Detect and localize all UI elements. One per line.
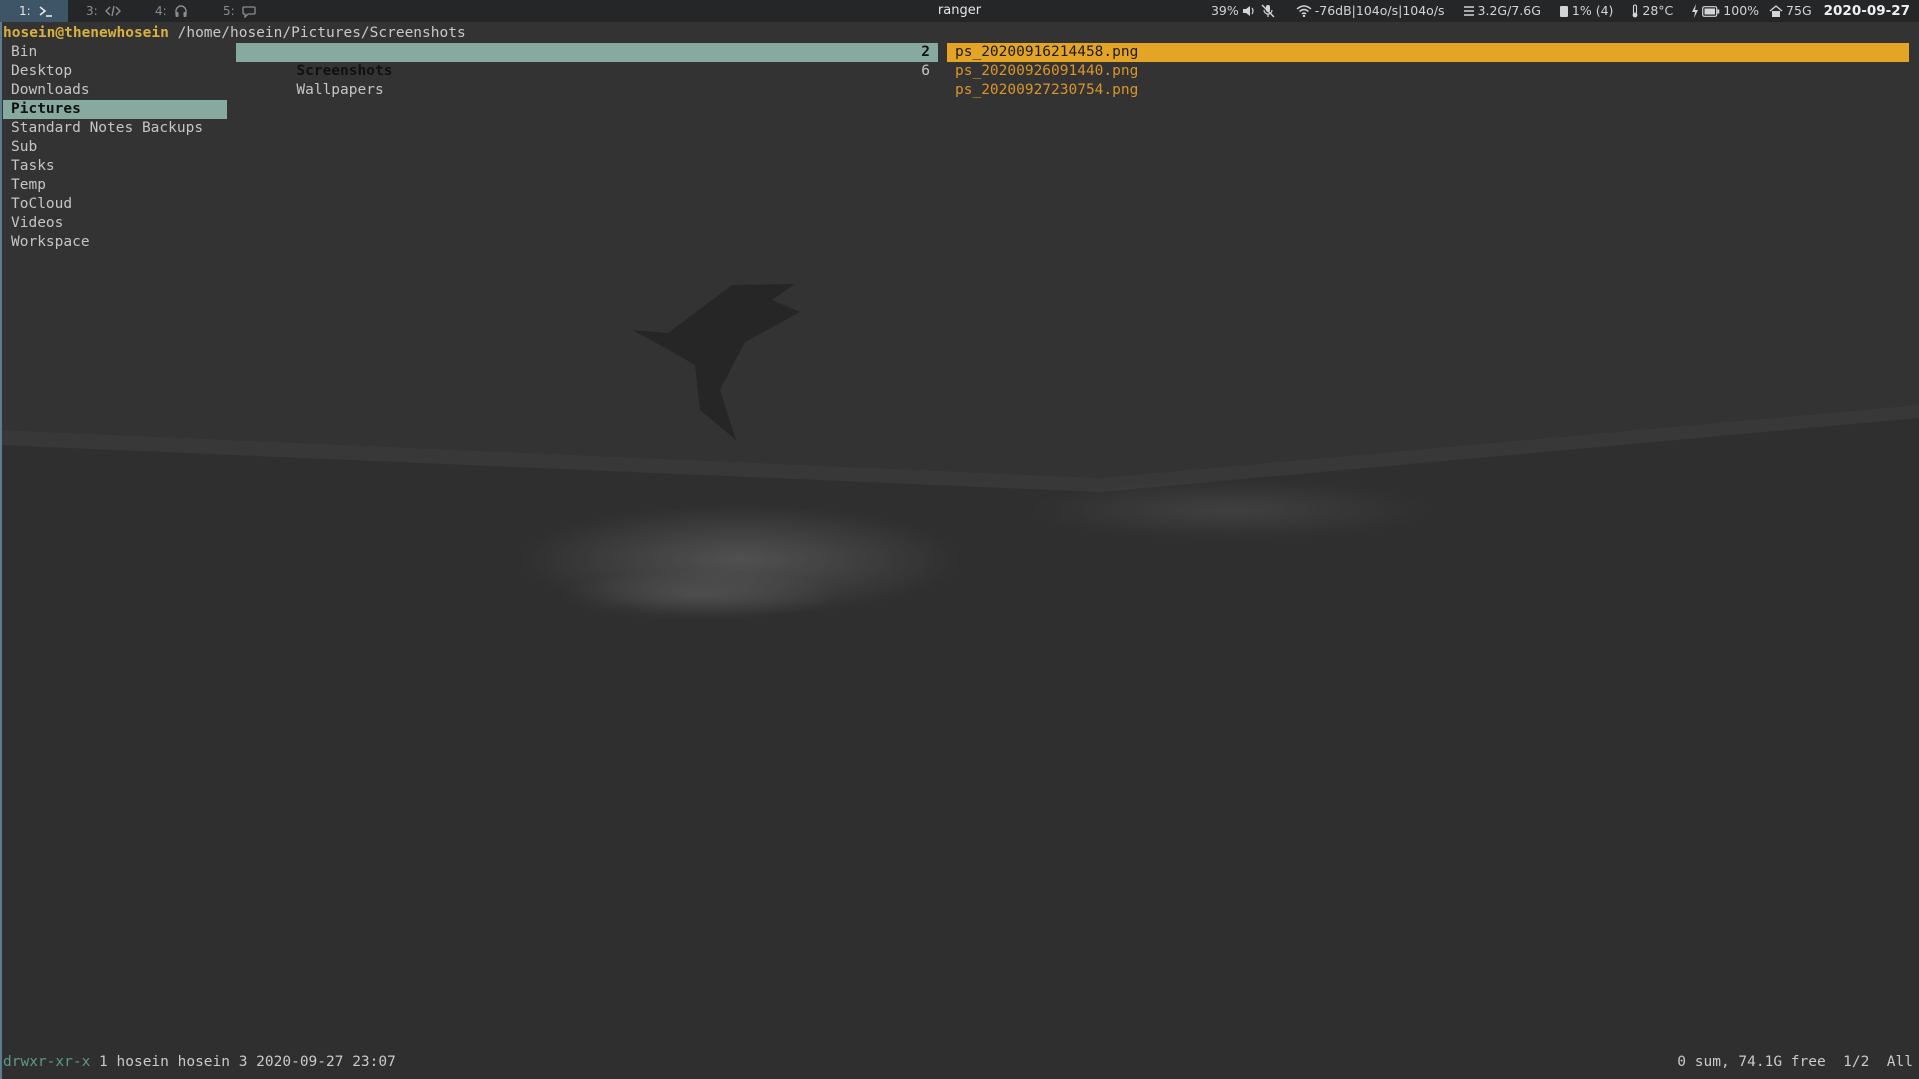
- entry-name: Tasks: [11, 158, 55, 174]
- list-item[interactable]: Videos: [3, 214, 227, 233]
- entry-name: ps_20200927230754.png: [955, 82, 1139, 98]
- memory-icon: [1463, 6, 1474, 16]
- file-item[interactable]: ps_20200926091440.png: [947, 62, 1909, 81]
- battery-charging-icon: [1702, 5, 1720, 17]
- list-item[interactable]: Bin: [3, 43, 227, 62]
- list-item[interactable]: Standard Notes Backups: [3, 119, 227, 138]
- entry-name: Videos: [11, 215, 64, 231]
- file-item[interactable]: ps_20200927230754.png: [947, 81, 1909, 100]
- volume-value: 39%: [1210, 3, 1239, 18]
- home-icon: [1769, 5, 1783, 17]
- entry-name: Wallpapers: [296, 82, 384, 98]
- preview-column: ps_20200916214458.png ps_20200926091440.…: [947, 43, 1909, 100]
- entry-name: Bin: [11, 44, 38, 60]
- mic-muted-icon: [1261, 4, 1275, 18]
- disk-value: 75G: [1786, 3, 1812, 18]
- lightning-icon: [1692, 4, 1699, 18]
- entry-name: Standard Notes Backups: [11, 120, 204, 136]
- terminal-window[interactable]: hosein@thenewhosein /home/hosein/Picture…: [0, 22, 1919, 1079]
- memory-status[interactable]: 3.2G/7.6G: [1463, 0, 1541, 22]
- battery-status[interactable]: 100%: [1691, 0, 1759, 22]
- entry-name: ToCloud: [11, 196, 73, 212]
- current-path: /home/hosein/Pictures/Screenshots: [177, 25, 466, 41]
- entry-name: Downloads: [11, 82, 90, 98]
- focused-window-border: [0, 22, 2, 1079]
- cpu-icon: [1559, 5, 1568, 17]
- permissions: drwxr-xr-x: [3, 1054, 91, 1070]
- entry-name: ps_20200916214458.png: [955, 44, 1139, 60]
- thermometer-icon: [1633, 4, 1638, 18]
- list-item[interactable]: Sub: [3, 138, 227, 157]
- list-item[interactable]: Desktop: [3, 62, 227, 81]
- list-item[interactable]: Workspace: [3, 233, 227, 252]
- entry-name: Sub: [11, 139, 38, 155]
- entry-name: Pictures: [11, 101, 81, 117]
- wifi-value: -76dB|104o/s|104o/s: [1314, 3, 1445, 18]
- list-item-selected[interactable]: Pictures: [3, 100, 227, 119]
- disk-summary: 0 sum, 74.1G free 1/2 All: [1677, 1054, 1913, 1070]
- temperature-status[interactable]: 28°C: [1631, 0, 1673, 22]
- disk-status[interactable]: 75G: [1769, 0, 1812, 22]
- file-item-selected[interactable]: ps_20200916214458.png: [947, 43, 1909, 62]
- entry-name: Temp: [11, 177, 46, 193]
- status-blocks: 39% -76dB|104o/s|104o/s 3.2G/7.6G 1% (4)…: [1193, 0, 1910, 22]
- speaker-icon: [1242, 6, 1254, 16]
- user-host: hosein@thenewhosein: [3, 25, 169, 41]
- ranger-statusbar: drwxr-xr-x 1 hosein hosein 3 2020-09-27 …: [3, 1053, 1913, 1072]
- cpu-status[interactable]: 1% (4): [1559, 0, 1614, 22]
- entry-name: Workspace: [11, 234, 90, 250]
- memory-value: 3.2G/7.6G: [1477, 3, 1541, 18]
- entry-name: ps_20200926091440.png: [955, 63, 1139, 79]
- wifi-icon: [1296, 5, 1312, 17]
- cpu-value: 1% (4): [1571, 3, 1614, 18]
- file-meta: 1 hosein hosein 3 2020-09-27 23:07: [90, 1054, 396, 1070]
- list-item-selected[interactable]: Screenshots 2: [236, 43, 938, 79]
- list-item[interactable]: Downloads: [3, 81, 227, 100]
- parent-directory-column: Bin Desktop Downloads Pictures Standard …: [3, 43, 227, 252]
- entry-count: 6: [921, 63, 930, 79]
- list-item[interactable]: Temp: [3, 176, 227, 195]
- list-item[interactable]: Wallpapers 6: [236, 62, 938, 98]
- entry-count: 2: [921, 44, 930, 60]
- wifi-status[interactable]: -76dB|104o/s|104o/s: [1296, 0, 1445, 22]
- current-directory-column: Screenshots 2 Wallpapers 6: [236, 43, 938, 98]
- battery-value: 100%: [1723, 3, 1760, 18]
- volume-status[interactable]: 39%: [1211, 0, 1278, 22]
- ranger-title-line: hosein@thenewhosein /home/hosein/Picture…: [3, 24, 466, 43]
- entry-name: Desktop: [11, 63, 73, 79]
- list-item[interactable]: Tasks: [3, 157, 227, 176]
- top-panel: 1: 3: 4: 5: ranger 39% -76dB|104o/s|104o…: [0, 0, 1919, 22]
- list-item[interactable]: ToCloud: [3, 195, 227, 214]
- date-display[interactable]: 2020-09-27: [1824, 0, 1910, 22]
- temperature-value: 28°C: [1642, 3, 1674, 18]
